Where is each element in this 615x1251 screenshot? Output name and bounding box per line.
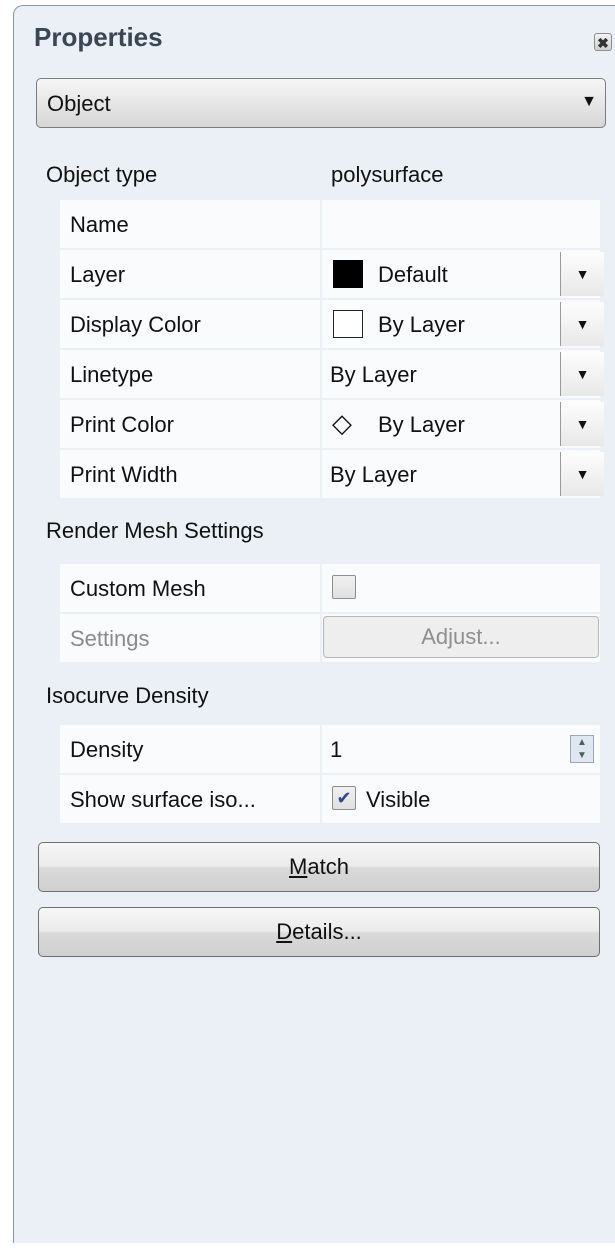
isocurve-section-label: Isocurve Density bbox=[46, 683, 209, 708]
property-row-layer[interactable]: Layer Default ▼ bbox=[60, 250, 604, 298]
print-color-value: By Layer bbox=[378, 412, 465, 437]
adjust-button[interactable]: Adjust... bbox=[323, 616, 599, 658]
details-button[interactable]: Details... bbox=[38, 907, 600, 957]
property-row-linetype[interactable]: Linetype By Layer ▼ bbox=[60, 350, 604, 398]
property-row-print-color[interactable]: Print Color ◇ By Layer ▼ bbox=[60, 400, 604, 448]
panel-title: Properties bbox=[34, 22, 163, 52]
property-label: Print Width bbox=[70, 462, 178, 487]
property-label: Density bbox=[70, 737, 144, 762]
layer-value: Default bbox=[378, 262, 448, 287]
render-mesh-section-label: Render Mesh Settings bbox=[46, 518, 264, 543]
property-label: Display Color bbox=[70, 312, 201, 337]
property-row-name[interactable]: Name bbox=[60, 200, 600, 248]
property-label: Linetype bbox=[70, 362, 154, 387]
display-color-value: By Layer bbox=[378, 312, 465, 337]
print-width-value: By Layer bbox=[330, 462, 417, 487]
stepper-icon[interactable]: ▲ ▼ bbox=[570, 735, 594, 763]
chevron-down-icon[interactable]: ▼ bbox=[560, 252, 604, 296]
diamond-icon: ◇ bbox=[332, 408, 352, 438]
property-row-settings: Settings Adjust... bbox=[60, 614, 600, 662]
custom-mesh-checkbox[interactable] bbox=[332, 575, 356, 599]
object-type-value: polysurface bbox=[331, 162, 444, 187]
property-row-display-color[interactable]: Display Color By Layer ▼ bbox=[60, 300, 604, 348]
visible-checkbox[interactable]: ✔ bbox=[332, 786, 356, 810]
density-input[interactable]: 1 bbox=[330, 737, 342, 763]
linetype-value: By Layer bbox=[330, 362, 417, 387]
chevron-down-icon[interactable]: ▼ bbox=[560, 452, 604, 496]
property-label: Show surface iso... bbox=[70, 787, 256, 812]
chevron-down-icon: ▼ bbox=[581, 93, 597, 110]
property-row-print-width[interactable]: Print Width By Layer ▼ bbox=[60, 450, 604, 498]
display-color-swatch bbox=[333, 310, 363, 338]
layer-color-swatch bbox=[333, 260, 363, 288]
property-label: Custom Mesh bbox=[70, 576, 206, 601]
property-row-density[interactable]: Density 1 ▲ ▼ bbox=[60, 725, 600, 773]
property-row-custom-mesh: Custom Mesh bbox=[60, 564, 600, 612]
chevron-down-icon[interactable]: ▼ bbox=[560, 302, 604, 346]
visible-label: Visible bbox=[366, 787, 431, 812]
chevron-down-icon[interactable]: ▼ bbox=[560, 352, 604, 396]
property-row-show-iso: Show surface iso... ✔ Visible bbox=[60, 775, 600, 823]
property-label: Layer bbox=[70, 262, 126, 287]
property-label: Settings bbox=[70, 626, 150, 651]
object-dropdown-value: Object bbox=[47, 91, 111, 116]
match-button[interactable]: Match bbox=[38, 842, 600, 892]
property-label: Print Color bbox=[70, 412, 174, 437]
chevron-down-icon[interactable]: ▼ bbox=[560, 402, 604, 446]
property-label: Name bbox=[70, 212, 129, 237]
close-icon[interactable]: ✖ bbox=[594, 33, 612, 51]
object-type-dropdown[interactable]: Object ▼ bbox=[36, 78, 606, 128]
object-type-label: Object type bbox=[46, 162, 158, 187]
